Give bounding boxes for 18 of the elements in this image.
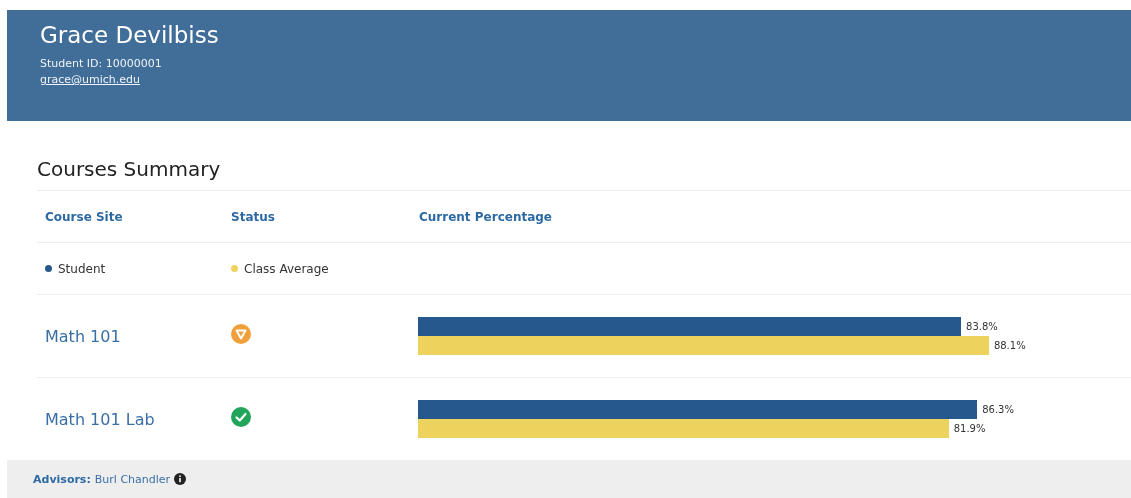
info-icon[interactable] bbox=[174, 473, 187, 486]
legend-label: Class Average bbox=[244, 261, 329, 276]
email-link[interactable]: grace@umich.edu bbox=[40, 72, 141, 88]
percentage-label: 81.9% bbox=[953, 423, 986, 435]
advisor-link[interactable]: Burl Chandler bbox=[94, 472, 171, 486]
student-id: Student ID: 10000001 bbox=[40, 56, 163, 72]
percentage-label: 83.8% bbox=[966, 321, 998, 333]
column-header: Course Site bbox=[45, 209, 124, 224]
column-header: Current Percentage bbox=[419, 209, 553, 224]
course-link[interactable]: Math 101 bbox=[45, 326, 121, 346]
student-name: Grace Devilbiss bbox=[40, 21, 220, 50]
column-header: Status bbox=[231, 209, 276, 224]
legend-label: Student bbox=[58, 261, 106, 276]
section-title: Courses Summary bbox=[37, 121, 1131, 192]
course-link[interactable]: Math 101 Lab bbox=[45, 409, 155, 429]
percentage-label: 86.3% bbox=[982, 404, 1014, 416]
advisors-label: Advisors: bbox=[33, 472, 91, 486]
percentage-label: 88.1% bbox=[993, 340, 1026, 352]
